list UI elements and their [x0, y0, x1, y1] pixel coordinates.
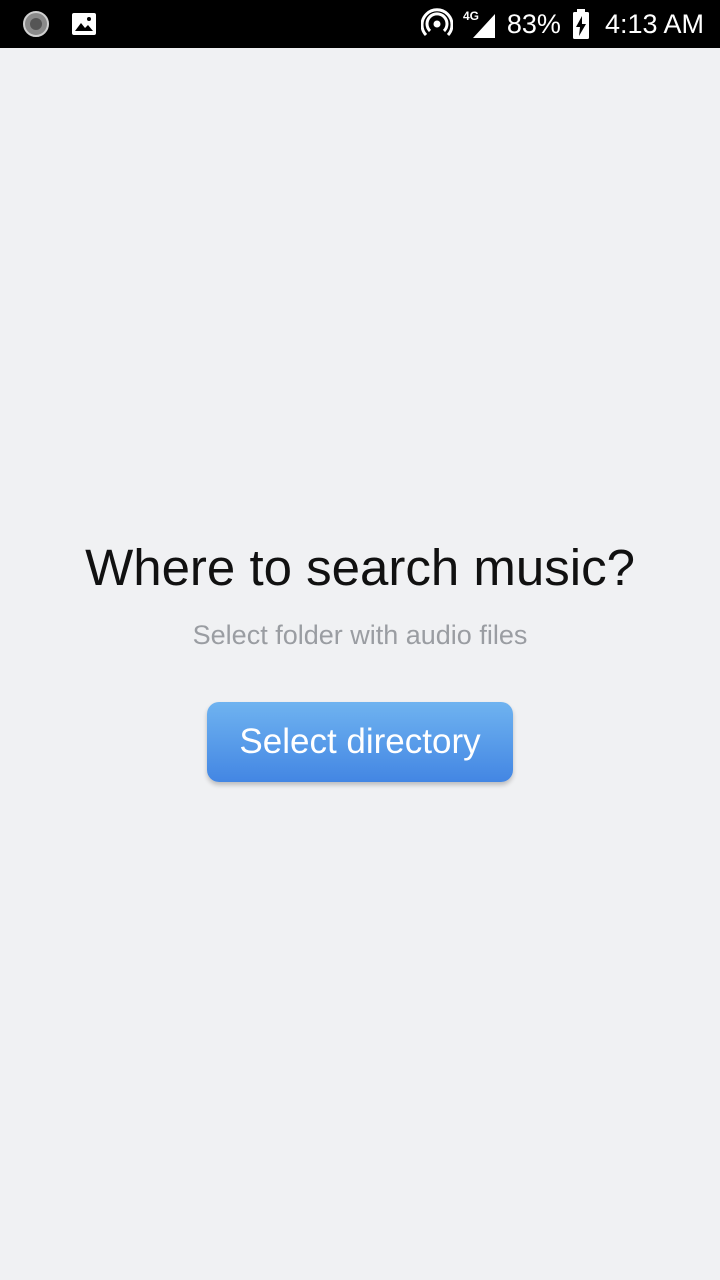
network-type-label: 4G	[463, 9, 479, 23]
image-icon	[72, 13, 96, 35]
hotspot-icon	[420, 8, 453, 37]
status-bar: 4G 83% 4:13 AM	[0, 0, 720, 48]
page-subtitle: Select folder with audio files	[192, 620, 528, 650]
status-indicators: 4G 83% 4:13 AM	[420, 0, 704, 48]
signal-4g-icon: 4G	[463, 9, 495, 38]
page-title: Where to search music?	[85, 539, 635, 596]
battery-percent: 83%	[506, 8, 561, 39]
main-content: Where to search music? Select folder wit…	[0, 48, 720, 1280]
sync-spinner-icon	[23, 11, 49, 37]
clock: 4:13 AM	[604, 8, 704, 39]
select-directory-button[interactable]: Select directory	[207, 702, 513, 782]
battery-charging-icon	[572, 9, 589, 39]
